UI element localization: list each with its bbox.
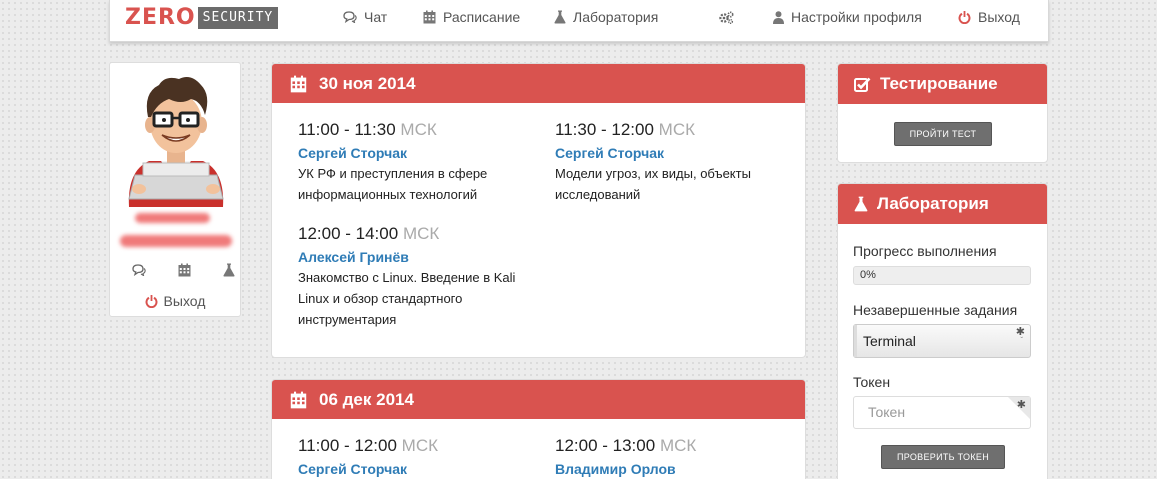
day-date: 30 ноя 2014 bbox=[319, 73, 416, 93]
slot-speaker-link[interactable]: Алексей Гринёв bbox=[298, 249, 523, 265]
token-input[interactable]: Токен ✱ bbox=[853, 396, 1031, 429]
required-icon: ✱ bbox=[1016, 399, 1026, 411]
nav-lab[interactable]: Лаборатория bbox=[554, 0, 658, 34]
user-icon bbox=[773, 10, 784, 24]
checkbox-icon bbox=[854, 77, 871, 92]
schedule-day-panel: 30 ноя 2014 11:00 - 11:30 МСК Сергей Сто… bbox=[271, 63, 806, 358]
slot-topic: Знакомство с Linux. Введение в Kali Linu… bbox=[298, 270, 516, 327]
laboratory-title: Лаборатория bbox=[877, 194, 989, 213]
tasks-select[interactable]: Terminal ✱ ˇ bbox=[853, 324, 1031, 358]
nav-settings-gears[interactable] bbox=[719, 0, 734, 34]
gears-icon bbox=[719, 10, 734, 24]
logo[interactable]: ZERO SECURITY bbox=[125, 5, 279, 30]
profile-logout-link[interactable]: Выход bbox=[110, 293, 240, 309]
slot-topic: УК РФ и преступления в сфере информацион… bbox=[298, 166, 488, 202]
day-date: 06 дек 2014 bbox=[319, 389, 414, 409]
redacted-name bbox=[135, 213, 210, 223]
nav-logout-label: Выход bbox=[978, 9, 1020, 25]
logo-security-text: SECURITY bbox=[197, 7, 279, 29]
calendar-icon bbox=[290, 75, 307, 92]
power-icon bbox=[145, 294, 158, 308]
token-label: Токен bbox=[853, 374, 891, 390]
slot-time: 12:00 - 13:00 МСК bbox=[555, 436, 697, 455]
nav-lab-label: Лаборатория bbox=[573, 9, 659, 25]
profile-logout-label: Выход bbox=[163, 293, 206, 309]
tasks-select-value: Terminal bbox=[863, 333, 916, 349]
nav-chat-label: Чат bbox=[364, 9, 388, 25]
tasks-label: Незавершенные задания bbox=[853, 302, 1018, 318]
slot-time: 11:00 - 12:00 МСК bbox=[298, 436, 439, 455]
progress-label: Прогресс выполнения bbox=[853, 243, 997, 259]
slot-speaker-link[interactable]: Сергей Сторчак bbox=[555, 145, 765, 161]
nav-chat[interactable]: Чат bbox=[343, 0, 387, 34]
slot-time: 11:30 - 12:00 МСК bbox=[555, 120, 696, 139]
chat-icon[interactable] bbox=[132, 263, 146, 281]
day-header: 06 дек 2014 bbox=[272, 380, 805, 419]
schedule-day-panel: 06 дек 2014 11:00 - 12:00 МСК Сергей Сто… bbox=[271, 379, 806, 479]
calendar-icon bbox=[423, 10, 436, 24]
logo-zero-text: ZERO bbox=[125, 5, 196, 30]
slot-time: 12:00 - 14:00 МСК bbox=[298, 224, 440, 243]
nav-logout[interactable]: Выход bbox=[958, 0, 1020, 34]
profile-quick-links bbox=[110, 263, 240, 281]
testing-header: Тестирование bbox=[838, 64, 1047, 104]
progress-value: 0% bbox=[860, 269, 876, 281]
power-icon bbox=[958, 10, 971, 24]
slot-speaker-link[interactable]: Сергей Сторчак bbox=[298, 461, 538, 477]
take-test-button[interactable]: ПРОЙТИ ТЕСТ bbox=[894, 122, 992, 146]
redacted-email bbox=[120, 235, 232, 247]
schedule-slot[interactable]: 12:00 - 13:00 МСК Владимир Орлов bbox=[555, 436, 795, 477]
slot-speaker-link[interactable]: Владимир Орлов bbox=[555, 461, 795, 477]
flask-icon[interactable] bbox=[223, 263, 235, 282]
laboratory-header: Лаборатория bbox=[838, 184, 1047, 224]
slot-time: 11:00 - 11:30 МСК bbox=[298, 120, 437, 139]
nav-profile-settings[interactable]: Настройки профиля bbox=[773, 0, 922, 34]
schedule-slot[interactable]: 11:30 - 12:00 МСК Сергей Сторчак Модели … bbox=[555, 120, 765, 205]
laboratory-panel: Лаборатория Прогресс выполнения 0% Незав… bbox=[837, 183, 1048, 479]
calendar-icon[interactable] bbox=[178, 263, 191, 282]
chevron-down-icon: ˇ bbox=[1020, 336, 1023, 345]
token-input-placeholder: Токен bbox=[868, 404, 906, 420]
flask-icon bbox=[854, 196, 868, 212]
nav-schedule-label: Расписание bbox=[443, 9, 521, 25]
nav-schedule[interactable]: Расписание bbox=[423, 0, 520, 34]
check-token-button[interactable]: ПРОВЕРИТЬ ТОКЕН bbox=[881, 445, 1005, 469]
profile-card: Выход bbox=[109, 62, 241, 317]
avatar[interactable] bbox=[121, 71, 231, 207]
slot-topic: Модели угроз, их виды, объекты исследова… bbox=[555, 166, 751, 202]
schedule-slot[interactable]: 11:00 - 12:00 МСК Сергей Сторчак bbox=[298, 436, 538, 477]
schedule-slot[interactable]: 11:00 - 11:30 МСК Сергей Сторчак УК РФ и… bbox=[298, 120, 538, 205]
calendar-icon bbox=[290, 391, 307, 408]
flask-icon bbox=[554, 10, 566, 24]
top-navbar: ZERO SECURITY Чат Расписание Лаборатория… bbox=[109, 0, 1049, 42]
nav-profile-settings-label: Настройки профиля bbox=[791, 9, 922, 25]
day-header: 30 ноя 2014 bbox=[272, 64, 805, 103]
testing-title: Тестирование bbox=[880, 74, 998, 93]
chat-icon bbox=[343, 11, 357, 23]
schedule-slot[interactable]: 12:00 - 14:00 МСК Алексей Гринёв Знакомс… bbox=[298, 224, 523, 330]
testing-panel: Тестирование ПРОЙТИ ТЕСТ bbox=[837, 63, 1048, 163]
progress-bar: 0% bbox=[853, 266, 1031, 285]
slot-speaker-link[interactable]: Сергей Сторчак bbox=[298, 145, 538, 161]
